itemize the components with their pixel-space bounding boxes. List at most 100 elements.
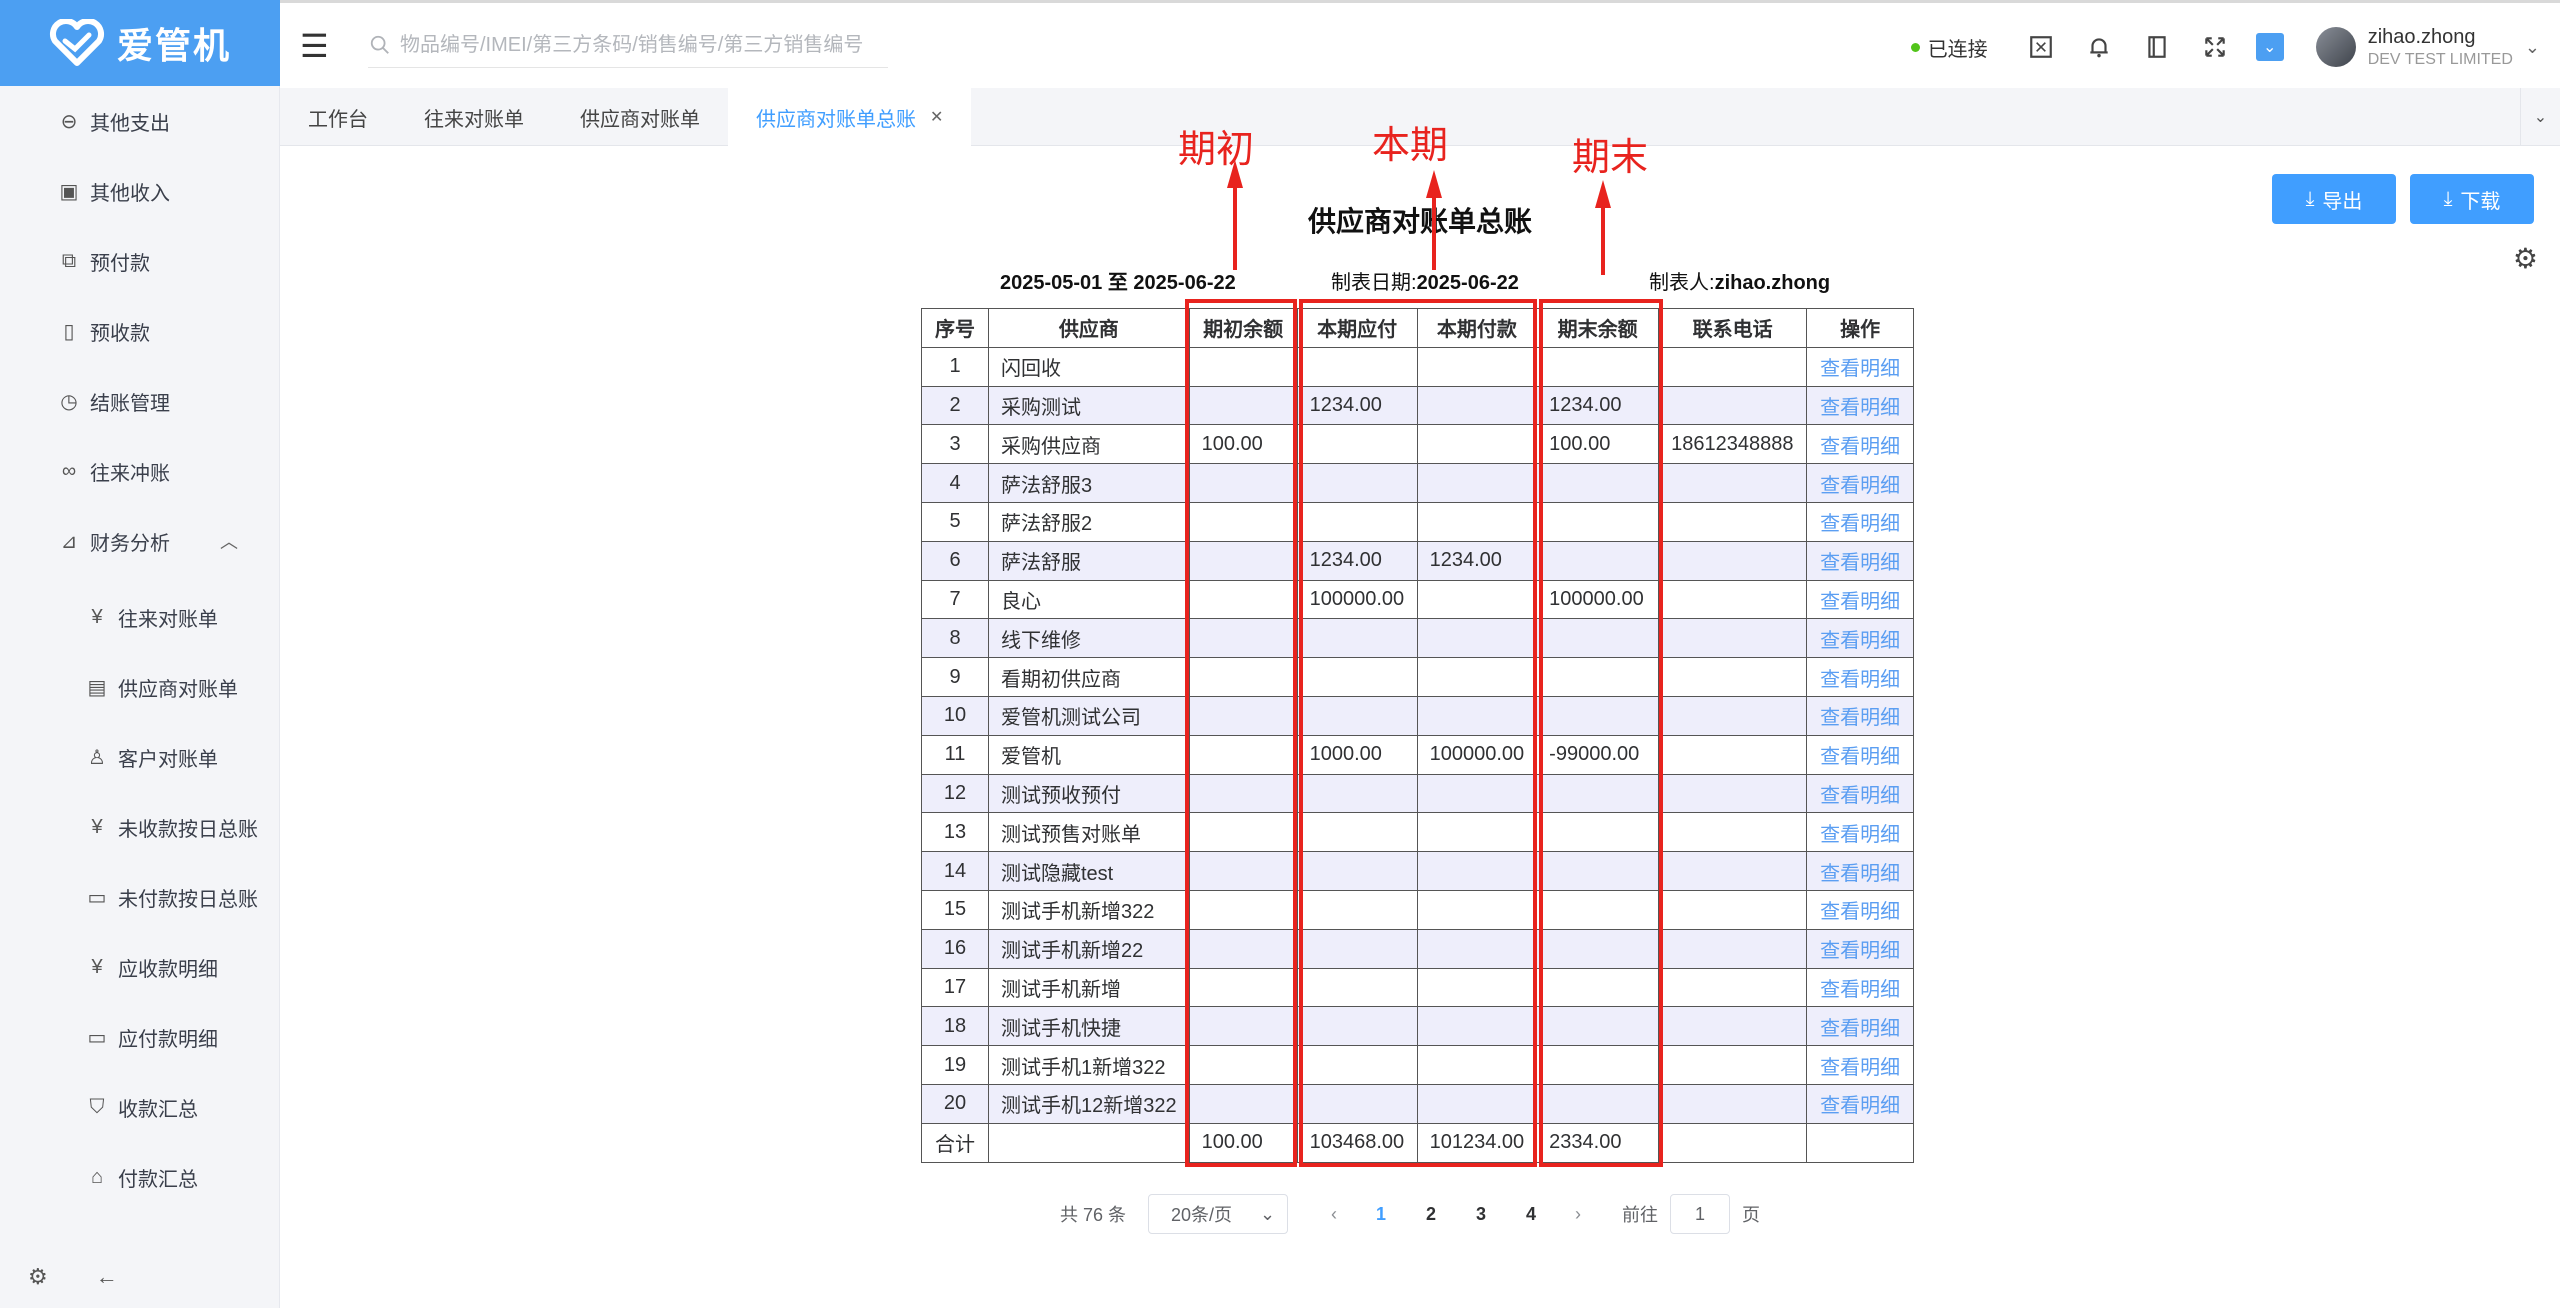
sidebar-subitem-unreceived-daily[interactable]: ¥ 未收款按日总账 bbox=[0, 792, 280, 862]
income-receipt-icon: ▣ bbox=[59, 180, 79, 203]
view-detail-link[interactable]: 查看明细 bbox=[1806, 1045, 1915, 1085]
collapse-arrow-left-icon[interactable]: ← bbox=[96, 1264, 118, 1290]
sidebar-item-offset[interactable]: ∞ 往来冲账 bbox=[0, 436, 280, 506]
page-number[interactable]: 4 bbox=[1506, 1204, 1556, 1225]
card-icon: ▭ bbox=[87, 1026, 107, 1049]
prev-page-chevron-icon[interactable]: ‹ bbox=[1312, 1204, 1356, 1225]
sidebar-item-prereceive[interactable]: ▯ 预收款 bbox=[0, 296, 280, 366]
sidebar-subitem-payment-summary[interactable]: ⌂ 付款汇总 bbox=[0, 1142, 280, 1212]
phone-cell bbox=[1658, 1006, 1808, 1047]
view-detail-link[interactable]: 查看明细 bbox=[1806, 657, 1915, 697]
top-header: ☰ 已连接 ⌄ zihao.zhong DEV TEST LIMITED ⌄ bbox=[280, 0, 2560, 88]
index-cell: 1 bbox=[921, 346, 989, 387]
page-number[interactable]: 2 bbox=[1406, 1204, 1456, 1225]
goto-unit: 页 bbox=[1742, 1205, 1761, 1225]
notebook-icon[interactable] bbox=[2140, 30, 2174, 64]
index-cell: 3 bbox=[921, 424, 989, 465]
current-period-columns-highlight bbox=[1299, 299, 1537, 1167]
report-date-range: 2025-05-01 至 2025-06-22 bbox=[1000, 266, 1236, 295]
tabs-more-chevron-icon[interactable]: ⌄ bbox=[2520, 88, 2560, 146]
sidebar-item-label: 其他收入 bbox=[90, 182, 170, 205]
sidebar-subitem-customer-statement[interactable]: ♙ 客户对账单 bbox=[0, 722, 280, 792]
tab-supplier-statement[interactable]: 供应商对账单 bbox=[552, 88, 728, 146]
settings-gear-icon[interactable]: ⚙ bbox=[28, 1264, 48, 1290]
view-detail-link[interactable]: 查看明细 bbox=[1806, 928, 1915, 969]
view-detail-link[interactable]: 查看明细 bbox=[1806, 579, 1915, 620]
view-detail-link[interactable]: 查看明细 bbox=[1806, 424, 1915, 465]
fullscreen-icon[interactable] bbox=[2198, 30, 2232, 64]
goto-label: 前往 bbox=[1622, 1205, 1659, 1225]
sidebar-item-prepay[interactable]: ⧉ 预付款 bbox=[0, 226, 280, 296]
gear-icon[interactable]: ⚙ bbox=[2513, 242, 2538, 275]
view-detail-link[interactable]: 查看明细 bbox=[1806, 1083, 1915, 1124]
search-input[interactable] bbox=[400, 33, 880, 57]
view-detail-link[interactable]: 查看明细 bbox=[1806, 1006, 1915, 1047]
view-detail-link[interactable]: 查看明细 bbox=[1806, 812, 1915, 853]
view-detail-link[interactable]: 查看明细 bbox=[1806, 540, 1915, 581]
view-detail-link[interactable]: 查看明细 bbox=[1806, 695, 1915, 736]
sidebar-subitem-supplier-statement[interactable]: ▤ 供应商对账单 bbox=[0, 652, 280, 722]
sidebar-item-label: 未收款按日总账 bbox=[118, 818, 258, 841]
goto-page-input[interactable] bbox=[1670, 1194, 1731, 1234]
page-number[interactable]: 1 bbox=[1356, 1204, 1406, 1225]
supplier-cell: 测试预售对账单 bbox=[988, 812, 1190, 853]
page-number[interactable]: 3 bbox=[1456, 1204, 1506, 1225]
tab-supplier-ledger[interactable]: 供应商对账单总账 ✕ bbox=[728, 88, 972, 146]
view-detail-link[interactable]: 查看明细 bbox=[1806, 346, 1915, 387]
view-detail-link[interactable]: 查看明细 bbox=[1806, 463, 1915, 503]
sidebar-subitem-unpaid-daily[interactable]: ▭ 未付款按日总账 bbox=[0, 862, 280, 932]
sidebar-item-other-income[interactable]: ▣ 其他收入 bbox=[0, 156, 280, 226]
annotation-current-label: 本期 bbox=[1372, 125, 1449, 167]
sidebar-item-closing[interactable]: ◷ 结账管理 bbox=[0, 366, 280, 436]
translate-icon[interactable] bbox=[2024, 30, 2058, 64]
view-detail-link[interactable]: 查看明细 bbox=[1806, 851, 1915, 891]
next-page-chevron-icon[interactable]: › bbox=[1556, 1204, 1600, 1225]
sidebar-item-label: 应付款明细 bbox=[118, 1028, 218, 1051]
logo[interactable]: 爱管机 bbox=[0, 0, 280, 86]
document-icon: ▯ bbox=[63, 320, 75, 343]
sidebar-subitem-payable-detail[interactable]: ▭ 应付款明细 bbox=[0, 1002, 280, 1072]
view-detail-link[interactable]: 查看明细 bbox=[1806, 967, 1915, 1008]
view-detail-link[interactable]: 查看明细 bbox=[1806, 773, 1915, 814]
view-detail-link[interactable]: 查看明细 bbox=[1806, 618, 1915, 659]
close-icon[interactable]: ✕ bbox=[930, 107, 943, 127]
user-menu[interactable]: zihao.zhong DEV TEST LIMITED ⌄ bbox=[2315, 25, 2540, 70]
sidebar-item-finance-analysis[interactable]: ⊿ 财务分析 ︿ bbox=[0, 506, 280, 576]
sidebar-item-label: 未付款按日总账 bbox=[118, 888, 258, 911]
sidebar-item-other-expense[interactable]: ⊖ 其他支出 bbox=[0, 86, 280, 156]
view-detail-link[interactable]: 查看明细 bbox=[1806, 889, 1915, 930]
view-detail-link[interactable]: 查看明细 bbox=[1806, 385, 1915, 426]
pagination-total: 共 76 条 bbox=[1060, 1205, 1127, 1225]
phone-cell bbox=[1658, 967, 1808, 1008]
view-detail-link[interactable]: 查看明细 bbox=[1806, 734, 1915, 775]
supplier-cell: 测试预收预付 bbox=[988, 773, 1190, 814]
supplier-cell: 测试隐藏test bbox=[988, 851, 1190, 891]
total-label-cell: 合计 bbox=[921, 1122, 989, 1163]
sidebar: 爱管机 ⊖ 其他支出 ▣ 其他收入 ⧉ 预付款 ▯ 预收款 ◷ 结账管理 ∞ 往来冲账 ⊿ 财… bbox=[0, 0, 280, 1308]
index-cell: 7 bbox=[921, 579, 989, 620]
view-detail-link[interactable]: 查看明细 bbox=[1806, 501, 1915, 542]
tab-workbench[interactable]: 工作台 bbox=[280, 88, 396, 146]
index-cell: 18 bbox=[921, 1006, 989, 1047]
tab-account-statement[interactable]: 往来对账单 bbox=[396, 88, 552, 146]
sidebar-item-label: 往来对账单 bbox=[118, 608, 218, 631]
avatar bbox=[2315, 27, 2356, 67]
sidebar-subitem-account-statement[interactable]: ¥ 往来对账单 bbox=[0, 582, 280, 652]
bell-icon[interactable] bbox=[2082, 30, 2116, 64]
page-size-select[interactable]: 20条/页 ⌄ bbox=[1148, 1194, 1289, 1234]
sidebar-subitem-receipt-summary[interactable]: ⛉ 收款汇总 bbox=[0, 1072, 280, 1142]
menu-toggle-icon[interactable]: ☰ bbox=[300, 27, 360, 65]
sidebar-subitem-receivable-detail[interactable]: ¥ 应收款明细 bbox=[0, 932, 280, 1002]
app-name: 爱管机 bbox=[116, 25, 231, 66]
maker-value: zihao.zhong bbox=[1714, 272, 1831, 294]
index-cell: 8 bbox=[921, 618, 989, 659]
index-cell: 15 bbox=[921, 889, 989, 930]
opening-column-highlight bbox=[1185, 299, 1297, 1167]
index-cell: 9 bbox=[921, 657, 989, 697]
pagination: 共 76 条 20条/页 ⌄ ‹ 1 2 3 4 › 前往 页 bbox=[1060, 1194, 1760, 1234]
supplier-cell: 采购供应商 bbox=[988, 424, 1190, 465]
dropdown-toggle-icon[interactable]: ⌄ bbox=[2255, 33, 2284, 61]
index-cell: 17 bbox=[921, 967, 989, 1008]
supplier-cell: 萨法舒服 bbox=[988, 540, 1190, 581]
tab-label: 工作台 bbox=[308, 108, 368, 131]
